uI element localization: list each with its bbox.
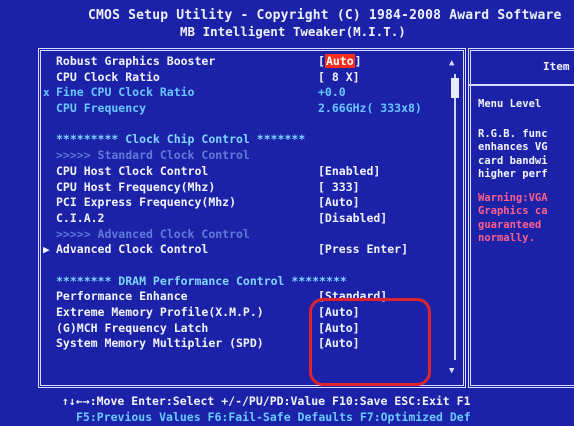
help-description-line: R.G.B. func	[478, 128, 548, 140]
setting-value[interactable]: [ 333]	[318, 180, 360, 196]
scroll-track[interactable]	[454, 74, 456, 360]
setting-row[interactable]: PCI Express Frequency(Mhz) [Auto]	[56, 195, 461, 211]
setting-label: PCI Express Frequency(Mhz)	[56, 195, 237, 210]
setting-label: (G)MCH Frequency Latch	[56, 320, 209, 335]
help-warning-line: Graphics ca	[478, 205, 548, 218]
setting-label: >>>>> Standard Clock Control	[56, 148, 250, 163]
setting-row[interactable]: C.I.A.2 [Disabled]	[56, 211, 461, 227]
setting-row[interactable]: ▶ Advanced Clock Control [Press Enter]	[43, 242, 461, 258]
help-warning-line: guaranteed	[478, 218, 542, 231]
setting-row[interactable]: CPU Frequency 2.66GHz( 333x8)	[56, 101, 461, 117]
setting-value[interactable]: [Enabled]	[318, 164, 380, 180]
setting-row[interactable]: x Fine CPU Clock Ratio +0.0	[43, 85, 461, 101]
setting-row: ******** DRAM Performance Control ******…	[56, 274, 461, 290]
annotation-circle	[309, 298, 431, 386]
header: CMOS Setup Utility - Copyright (C) 1984-…	[0, 0, 574, 46]
setting-label: System Memory Multiplier (SPD)	[56, 336, 264, 351]
help-title: Item	[543, 60, 570, 73]
help-description-line: card bandwi	[478, 154, 548, 167]
help-description-line: higher perf	[478, 168, 548, 181]
setting-row: ********* Clock Chip Control *******	[56, 132, 461, 148]
setting-label: C.I.A.2	[56, 210, 105, 225]
footer-keys-line2: F5:Previous Values F6:Fail-Safe Defaults…	[76, 410, 471, 424]
setting-row[interactable]: CPU Clock Ratio [ 8 X]	[56, 70, 461, 86]
locked-marker-icon: x	[43, 86, 50, 100]
setting-label: CPU Clock Ratio	[56, 69, 160, 84]
setting-value[interactable]: [ 8 X]	[318, 70, 360, 86]
setting-row[interactable]: CPU Host Frequency(Mhz) [ 333]	[56, 180, 461, 196]
submenu-arrow-icon: ▶	[43, 243, 50, 257]
setting-row	[56, 117, 461, 133]
setting-label: >>>>> Advanced Clock Control	[56, 226, 250, 241]
footer-keys-line1: ↑↓←→:Move Enter:Select +/-/PU/PD:Value F…	[62, 394, 471, 408]
scroll-down-icon[interactable]: ▼	[449, 366, 454, 376]
setting-label: CPU Host Clock Control	[56, 163, 209, 178]
header-title: CMOS Setup Utility - Copyright (C) 1984-…	[88, 8, 562, 23]
help-menu-level: Menu Level	[478, 98, 542, 110]
setting-value[interactable]: 2.66GHz( 333x8)	[318, 101, 422, 117]
setting-label: Advanced Clock Control	[56, 242, 209, 257]
help-description-line: enhances VG	[478, 141, 548, 154]
setting-row[interactable]: Robust Graphics Booster [Auto]	[56, 54, 461, 70]
setting-label: Robust Graphics Booster	[56, 54, 216, 68]
setting-label: Performance Enhance	[56, 289, 188, 304]
help-divider	[468, 84, 574, 86]
setting-value[interactable]: [Auto]	[318, 195, 360, 211]
setting-row[interactable]: CPU Host Clock Control [Enabled]	[56, 164, 461, 180]
setting-row: >>>>> Advanced Clock Control	[56, 227, 461, 243]
setting-value-selected[interactable]: [Auto]	[318, 54, 362, 70]
header-subtitle: MB Intelligent Tweaker(M.I.T.)	[180, 24, 406, 39]
setting-value[interactable]: [Press Enter]	[318, 242, 408, 258]
section-heading: ******** DRAM Performance Control ******…	[56, 273, 347, 288]
setting-value[interactable]: [Disabled]	[318, 211, 387, 227]
setting-label: CPU Frequency	[56, 101, 147, 116]
setting-value[interactable]: +0.0	[318, 85, 346, 101]
setting-label: Fine CPU Clock Ratio	[56, 85, 195, 100]
section-heading: ********* Clock Chip Control *******	[56, 132, 306, 147]
help-warning-line: Warning:VGA	[478, 192, 548, 204]
help-warning-line: normally.	[478, 232, 535, 245]
scroll-thumb[interactable]	[451, 78, 459, 98]
bios-screen: CMOS Setup Utility - Copyright (C) 1984-…	[0, 0, 574, 426]
scrollbar[interactable]: ▲ ▼	[449, 58, 461, 376]
setting-label: CPU Host Frequency(Mhz)	[56, 179, 216, 194]
scroll-up-icon[interactable]: ▲	[449, 58, 454, 68]
setting-row	[56, 258, 461, 274]
help-warning: Warning:VGA Graphics ca guaranteed normally…	[478, 192, 548, 246]
setting-row: >>>>> Standard Clock Control	[56, 148, 461, 164]
help-description: R.G.B. func enhances VG card bandwi higher …	[478, 128, 548, 182]
setting-label: Extreme Memory Profile(X.M.P.)	[56, 305, 264, 319]
